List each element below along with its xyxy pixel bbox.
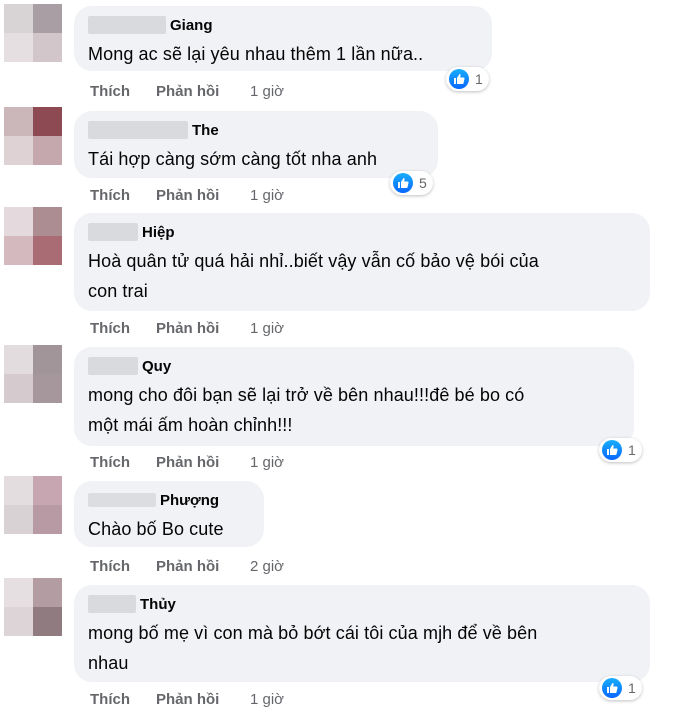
redacted-name (88, 595, 136, 613)
comment-bubble: Quy mong cho đôi bạn sẽ lại trở về bên n… (74, 347, 634, 446)
comment-timestamp[interactable]: 1 giờ (250, 691, 284, 708)
comment-author[interactable]: Phượng (160, 492, 219, 509)
redacted-name (88, 223, 138, 241)
avatar[interactable] (4, 345, 62, 403)
reaction-count[interactable]: 1 (446, 67, 489, 91)
comment-bubble: Thủy mong bố mẹ vì con mà bỏ bớt cái tôi… (74, 585, 650, 682)
reaction-count[interactable]: 1 (599, 676, 642, 700)
redacted-name (88, 16, 166, 34)
redacted-name (88, 121, 188, 139)
thumbs-up-icon (602, 440, 622, 460)
comment-timestamp[interactable]: 1 giờ (250, 187, 284, 204)
reply-button[interactable]: Phản hồi (156, 320, 250, 337)
comment-bubble: Phượng Chào bố Bo cute (74, 481, 264, 547)
comment-author[interactable]: Quy (142, 358, 171, 375)
reaction-count[interactable]: 1 (599, 438, 642, 462)
avatar[interactable] (4, 476, 62, 534)
comment-actions: Thích Phản hồi 1 giờ (90, 452, 284, 472)
comment-bubble: Hiệp Hoà quân tử quá hải nhỉ..biết vậy v… (74, 213, 650, 311)
comment-author[interactable]: The (192, 122, 219, 139)
reply-button[interactable]: Phản hồi (156, 691, 250, 708)
like-button[interactable]: Thích (90, 454, 156, 471)
like-button[interactable]: Thích (90, 320, 156, 337)
like-button[interactable]: Thích (90, 691, 156, 708)
reply-button[interactable]: Phản hồi (156, 558, 250, 575)
comment-text: Chào bố Bo cute (88, 519, 224, 539)
like-button[interactable]: Thích (90, 83, 156, 100)
avatar[interactable] (4, 207, 62, 265)
comment-text: Mong ac sẽ lại yêu nhau thêm 1 lần nữa.. (88, 44, 424, 64)
comment-text: mong cho đôi bạn sẽ lại trở về bên nhau!… (88, 385, 525, 435)
avatar[interactable] (4, 107, 62, 165)
comment-actions: Thích Phản hồi 1 giờ (90, 81, 284, 101)
comment-bubble: Giang Mong ac sẽ lại yêu nhau thêm 1 lần… (74, 6, 492, 71)
comment-timestamp[interactable]: 1 giờ (250, 320, 284, 337)
redacted-name (88, 357, 138, 375)
like-button[interactable]: Thích (90, 558, 156, 575)
comment-text: Tái hợp càng sớm càng tốt nha anh (88, 149, 378, 169)
reply-button[interactable]: Phản hồi (156, 83, 250, 100)
comment-author[interactable]: Hiệp (142, 224, 175, 241)
comment-timestamp[interactable]: 1 giờ (250, 83, 284, 100)
avatar[interactable] (4, 4, 62, 62)
comment-actions: Thích Phản hồi 2 giờ (90, 556, 284, 576)
reply-button[interactable]: Phản hồi (156, 187, 250, 204)
thumbs-up-icon (602, 678, 622, 698)
comment-bubble: The Tái hợp càng sớm càng tốt nha anh (74, 111, 438, 178)
comment-author[interactable]: Giang (170, 17, 213, 34)
reaction-count[interactable]: 5 (390, 171, 433, 195)
avatar[interactable] (4, 578, 62, 636)
comment-actions: Thích Phản hồi 1 giờ (90, 318, 284, 338)
thumbs-up-icon (393, 173, 413, 193)
comment-timestamp[interactable]: 1 giờ (250, 454, 284, 471)
comment-text: mong bố mẹ vì con mà bỏ bớt cái tôi của … (88, 623, 538, 673)
reply-button[interactable]: Phản hồi (156, 454, 250, 471)
comment-actions: Thích Phản hồi 1 giờ (90, 185, 284, 205)
thumbs-up-icon (449, 69, 469, 89)
like-button[interactable]: Thích (90, 187, 156, 204)
comment-actions: Thích Phản hồi 1 giờ (90, 689, 284, 709)
comment-author[interactable]: Thủy (140, 596, 176, 613)
redacted-name (88, 493, 156, 507)
comment-timestamp[interactable]: 2 giờ (250, 558, 284, 575)
comment-text: Hoà quân tử quá hải nhỉ..biết vậy vẫn cố… (88, 251, 539, 301)
